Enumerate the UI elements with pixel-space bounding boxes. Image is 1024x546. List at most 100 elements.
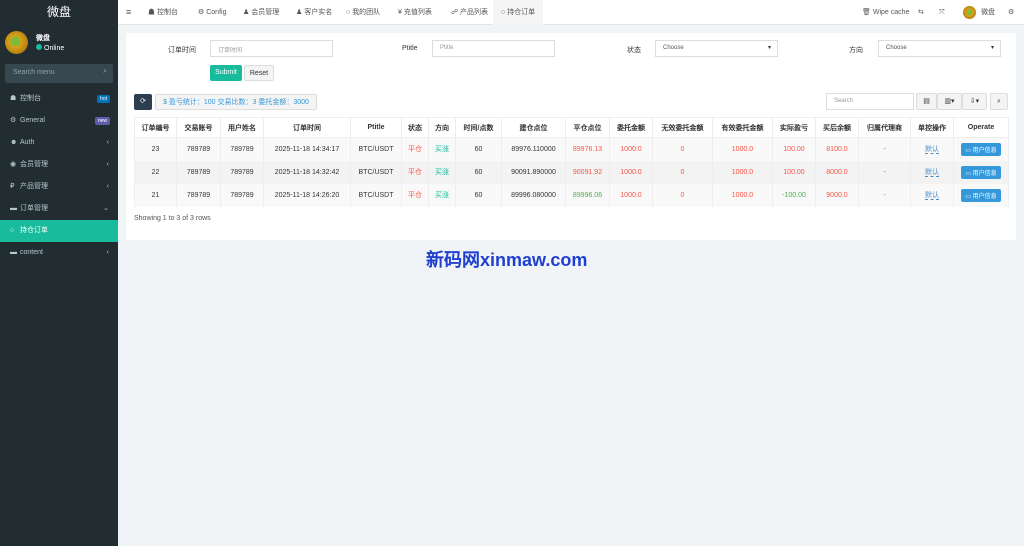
column-header: 委托金额 xyxy=(609,117,653,138)
sidebar-item-1[interactable]: ⚙ General new xyxy=(0,110,118,132)
table-cell: 默认 xyxy=(910,137,954,161)
status-label: 状态 xyxy=(627,47,641,54)
refresh-button[interactable]: ⟳ xyxy=(134,94,152,110)
user-name: 微盘 xyxy=(36,35,50,42)
tab-icon: ○ xyxy=(501,9,506,16)
settings-icon[interactable]: ⚙ xyxy=(1008,0,1014,25)
direction-select[interactable]: Choose ▾ xyxy=(878,40,1001,57)
table-search-input[interactable]: Search xyxy=(826,93,914,110)
tab-4[interactable]: ○ 我的团队 xyxy=(346,0,380,25)
reset-button[interactable]: Reset xyxy=(244,65,274,81)
toggle-view-button[interactable]: ▤ xyxy=(916,93,937,110)
table-cell: - xyxy=(858,183,911,207)
search-menu-input[interactable]: Search menu ⌕ xyxy=(5,64,113,83)
pagination-info: Showing 1 to 3 of 3 rows xyxy=(134,215,211,222)
sidebar-item-label: 持仓订单 xyxy=(20,227,48,234)
user-status: Online xyxy=(36,44,64,52)
table-cell: 789789 xyxy=(220,183,264,207)
table-cell: 买涨 xyxy=(428,160,456,184)
table-cell: - xyxy=(858,137,911,161)
table-cell: 789789 xyxy=(176,160,221,184)
table-cell: 平仓 xyxy=(401,183,429,207)
user-info-button[interactable]: ▭ 用户信息 xyxy=(961,188,1001,202)
column-header: 有效委托金额 xyxy=(712,117,773,138)
table-cell: 0 xyxy=(652,183,713,207)
search-toggle-button[interactable]: ⌕ xyxy=(990,93,1008,110)
fullscreen-icon[interactable]: ⤧ xyxy=(939,0,945,25)
column-header: Ptitle xyxy=(350,117,402,138)
sidebar-menu: ☗ 控制台 hot ⚙ General new ☻ Auth ‹ ◉ 会员管理 ‹ ₽ 产品管理 ‹ ▬ 订单管… xyxy=(0,88,118,264)
column-header: 方向 xyxy=(428,117,456,138)
order-time-input[interactable]: 订单时间 xyxy=(210,40,333,57)
table-cell: 8100.0 xyxy=(815,137,859,161)
avatar xyxy=(5,31,28,54)
column-header: 单控操作 xyxy=(910,117,954,138)
table-cell: BTC/USDT xyxy=(350,183,402,207)
sidebar-item-label: Auth xyxy=(20,139,35,146)
content-panel: 订单时间 订单时间 Ptitle Ptitle 状态 Choose ▾ 方向 Ch… xyxy=(126,33,1016,240)
wipe-cache-button[interactable]: 🗑 Wipe cache xyxy=(862,0,909,25)
export-button[interactable]: ⇩▾ xyxy=(962,93,987,110)
table-cell: 89996.06 xyxy=(565,183,610,207)
tab-icon: ☗ xyxy=(148,9,155,16)
tab-1[interactable]: ⚙ Config xyxy=(198,0,226,25)
user-info-button[interactable]: ▭ 用户信息 xyxy=(961,142,1001,156)
dashboard-icon: ☗ xyxy=(10,95,17,102)
header-user-name[interactable]: 微盘 xyxy=(981,0,995,25)
menu-toggle-icon[interactable]: ≡ xyxy=(126,0,131,25)
sidebar-item-0[interactable]: ☗ 控制台 hot xyxy=(0,88,118,110)
column-header: 订单时间 xyxy=(263,117,351,138)
table-cell: 89976.110000 xyxy=(501,137,566,161)
default-link[interactable]: 默认 xyxy=(925,146,939,155)
column-header: 时间/点数 xyxy=(455,117,502,138)
table-cell: 8000.0 xyxy=(815,160,859,184)
tab-2[interactable]: ♟ 会员管理 xyxy=(243,0,279,25)
sidebar-item-4[interactable]: ₽ 产品管理 ‹ xyxy=(0,176,118,198)
table-cell: 2025-11-18 14:26:20 xyxy=(263,183,351,207)
circle-icon: ○ xyxy=(10,227,15,234)
status-select[interactable]: Choose ▾ xyxy=(655,40,778,57)
tab-0[interactable]: ☗ 控制台 xyxy=(148,0,178,25)
cogs-icon: ⚙ xyxy=(10,117,17,124)
sidebar-item-5[interactable]: ▬ 订单管理 ⌄ xyxy=(0,198,118,220)
table-cell: 平仓 xyxy=(401,160,429,184)
default-link[interactable]: 默认 xyxy=(925,169,939,177)
tab-icon: ☍ xyxy=(451,9,459,16)
tab-icon: ♟ xyxy=(243,9,250,16)
ptitle-input[interactable]: Ptitle xyxy=(432,40,555,57)
language-icon[interactable]: ⇆ xyxy=(918,0,924,25)
tab-6[interactable]: ☍ 产品列表 xyxy=(451,0,488,25)
table-cell: 100.00 xyxy=(772,137,816,161)
table-cell: - xyxy=(858,160,911,184)
table-cell: ▭ 用户信息 xyxy=(953,160,1009,184)
sidebar-item-7[interactable]: ▬ content ‹ xyxy=(0,242,118,264)
sidebar-item-3[interactable]: ◉ 会员管理 ‹ xyxy=(0,154,118,176)
default-link[interactable]: 默认 xyxy=(925,192,939,200)
sidebar: 微盘 微盘 Online Search menu ⌕ ☗ 控制台 hot ⚙ Genera… xyxy=(0,0,118,546)
table-cell: 100.00 xyxy=(772,160,816,184)
table-cell: 1000.0 xyxy=(609,183,653,207)
user-info-button[interactable]: ▭ 用户信息 xyxy=(961,165,1001,179)
table-cell: 2025-11-18 14:34:17 xyxy=(263,137,351,161)
header-avatar[interactable] xyxy=(963,6,976,19)
tab-7[interactable]: ○ 持仓订单 xyxy=(493,0,544,25)
table-cell: 买涨 xyxy=(428,183,456,207)
tab-3[interactable]: ♟ 客户实名 xyxy=(296,0,332,25)
columns-button[interactable]: ▥▾ xyxy=(937,93,962,110)
column-header: Operate xyxy=(953,117,1009,138)
sidebar-item-2[interactable]: ☻ Auth ‹ xyxy=(0,132,118,154)
table-cell: 平仓 xyxy=(401,137,429,161)
column-header: 实际盈亏 xyxy=(772,117,816,138)
table-cell: 1000.0 xyxy=(712,137,773,161)
product-icon: ₽ xyxy=(10,183,15,190)
table-cell: 789789 xyxy=(220,137,264,161)
table-cell: 0 xyxy=(652,137,713,161)
table-cell: -100.00 xyxy=(772,183,816,207)
table-cell: 22 xyxy=(134,160,177,184)
chevron-icon: ⌄ xyxy=(103,205,109,212)
column-header: 买后余额 xyxy=(815,117,859,138)
tab-5[interactable]: ¥ 充值列表 xyxy=(398,0,432,25)
submit-button[interactable]: Submit xyxy=(210,65,242,81)
id-card-icon: ▭ xyxy=(965,170,971,177)
sidebar-item-6[interactable]: ○ 持仓订单 xyxy=(0,220,118,242)
